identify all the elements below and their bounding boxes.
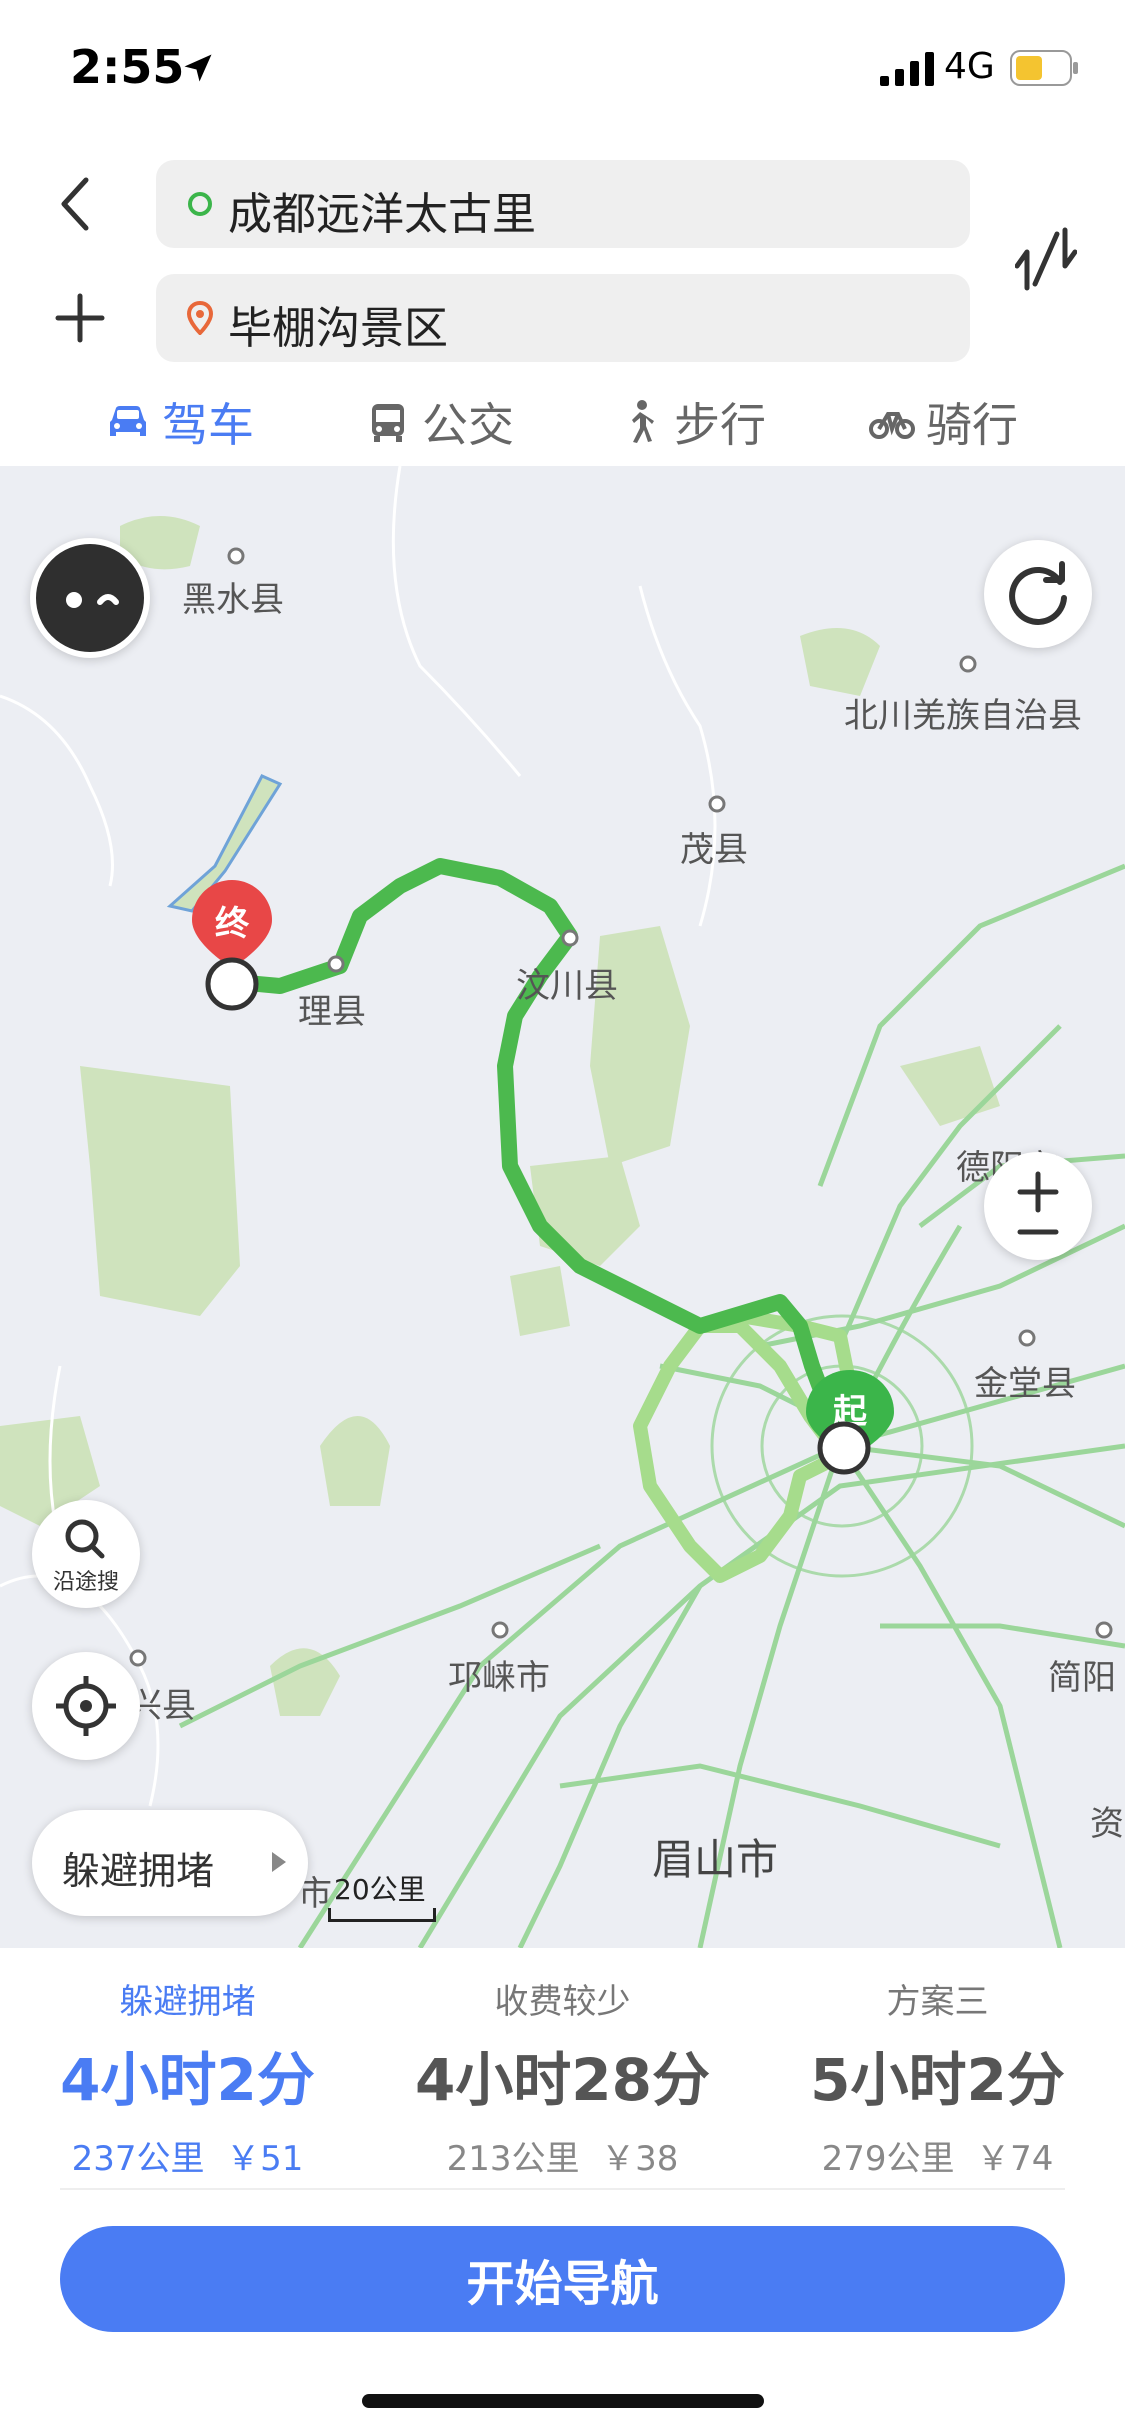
option-tag: 方案三 (886, 1982, 989, 2022)
bike-icon (869, 412, 915, 439)
scale-label: 20公里 (334, 1873, 426, 1906)
place-maoxian: 茂县 (680, 830, 748, 870)
route-option-2[interactable]: 收费较少 4小时28分 213公里 ￥38 (375, 1974, 750, 2180)
place-heishui: 黑水县 (182, 580, 284, 620)
divider (60, 2188, 1065, 2190)
face-icon (66, 592, 119, 608)
place-beichuan: 北川羌族自治县 (844, 696, 1082, 736)
option-tag: 收费较少 (494, 1982, 631, 2022)
avoid-congestion-toggle[interactable]: 躲避拥堵 (32, 1810, 308, 1916)
search-along-label: 沿途搜 (52, 1570, 119, 1595)
search-along-button[interactable]: 沿途搜 (32, 1500, 140, 1608)
refresh-icon (1009, 561, 1067, 625)
end-point-icon (205, 957, 259, 1011)
walk-icon (632, 400, 654, 443)
location-arrow-icon (184, 54, 212, 82)
play-arrow-icon (272, 1852, 286, 1872)
tab-drive[interactable]: 驾车 (104, 378, 254, 466)
search-icon (65, 1519, 105, 1559)
option-distance: 213公里 (446, 2139, 580, 2179)
option-toll: ￥38 (601, 2139, 679, 2179)
tab-label: 驾车 (162, 398, 254, 452)
bus-icon (372, 404, 404, 442)
battery-icon (1010, 50, 1078, 86)
place-jianyang: 简阳 (1048, 1658, 1116, 1698)
option-duration: 4小时2分 (60, 2046, 315, 2114)
back-icon[interactable] (52, 172, 100, 236)
end-marker-label: 终 (215, 904, 249, 944)
tab-label: 公交 (422, 398, 514, 452)
option-toll: ￥74 (976, 2139, 1054, 2179)
place-lixian: 理县 (298, 992, 366, 1032)
origin-dot-icon (188, 192, 212, 216)
tab-label: 步行 (674, 398, 766, 452)
locate-button[interactable] (32, 1652, 140, 1760)
start-point-icon (817, 1421, 871, 1475)
mode-tabs: 驾车 公交 步行 骑行 (0, 378, 1125, 466)
scale-bar (328, 1908, 436, 1922)
place-jintang: 金堂县 (974, 1364, 1076, 1404)
avatar-button[interactable] (30, 538, 150, 658)
tab-bike[interactable]: 骑行 (868, 378, 1018, 466)
destination-pin-icon (186, 301, 214, 335)
option-meta: 279公里 ￥74 (750, 2131, 1125, 2180)
option-duration: 5小时2分 (810, 2046, 1065, 2114)
car-icon (110, 406, 146, 436)
locate-icon (56, 1676, 116, 1736)
origin-text: 成都远洋太古里 (228, 189, 536, 240)
option-toll: ￥51 (226, 2139, 304, 2179)
zoom-icon (1017, 1171, 1059, 1235)
avoid-congestion-label: 躲避拥堵 (62, 1849, 215, 1893)
option-meta: 213公里 ￥38 (375, 2131, 750, 2180)
network-label: 4G (944, 46, 995, 87)
refresh-button[interactable] (984, 540, 1092, 648)
place-zi: 资 (1090, 1804, 1124, 1844)
zoom-control[interactable] (984, 1152, 1092, 1260)
origin-field[interactable]: 成都远洋太古里 (156, 160, 970, 248)
route-options-panel: 躲避拥堵 4小时2分 237公里 ￥51 收费较少 4小时28分 213公里 ￥… (0, 1948, 1125, 2436)
place-meishan: 眉山市 (652, 1835, 779, 1884)
place-wenchuan: 汶川县 (516, 966, 618, 1006)
option-duration: 4小时28分 (414, 2046, 711, 2114)
place-qionglai: 邛崃市 (448, 1658, 550, 1698)
option-distance: 237公里 (71, 2139, 205, 2179)
status-bar: 2:55 4G (0, 0, 1125, 140)
tab-transit[interactable]: 公交 (364, 378, 514, 466)
destination-field[interactable]: 毕棚沟景区 (156, 274, 970, 362)
option-tag: 躲避拥堵 (119, 1982, 256, 2022)
destination-text: 毕棚沟景区 (228, 303, 448, 354)
home-indicator (362, 2394, 764, 2408)
tab-label: 骑行 (926, 398, 1018, 452)
map-scale: 20公里 (328, 1868, 436, 1922)
route-map[interactable]: 黑水县 北川羌族自治县 茂县 理县 汶川县 德阳市 金堂县 邛崃市 简阳 眉山市… (0, 466, 1125, 1948)
status-time: 2:55 (70, 40, 185, 94)
option-meta: 237公里 ￥51 (0, 2131, 375, 2180)
start-navigation-button[interactable]: 开始导航 (60, 2226, 1065, 2332)
route-option-1[interactable]: 躲避拥堵 4小时2分 237公里 ￥51 (0, 1974, 375, 2180)
start-navigation-label: 开始导航 (466, 2258, 659, 2311)
swap-icon[interactable] (1015, 222, 1077, 296)
signal-icon (880, 52, 934, 86)
tab-walk[interactable]: 步行 (616, 378, 766, 466)
option-distance: 279公里 (821, 2139, 955, 2179)
route-option-3[interactable]: 方案三 5小时2分 279公里 ￥74 (750, 1974, 1125, 2180)
add-waypoint-icon[interactable] (52, 290, 108, 346)
